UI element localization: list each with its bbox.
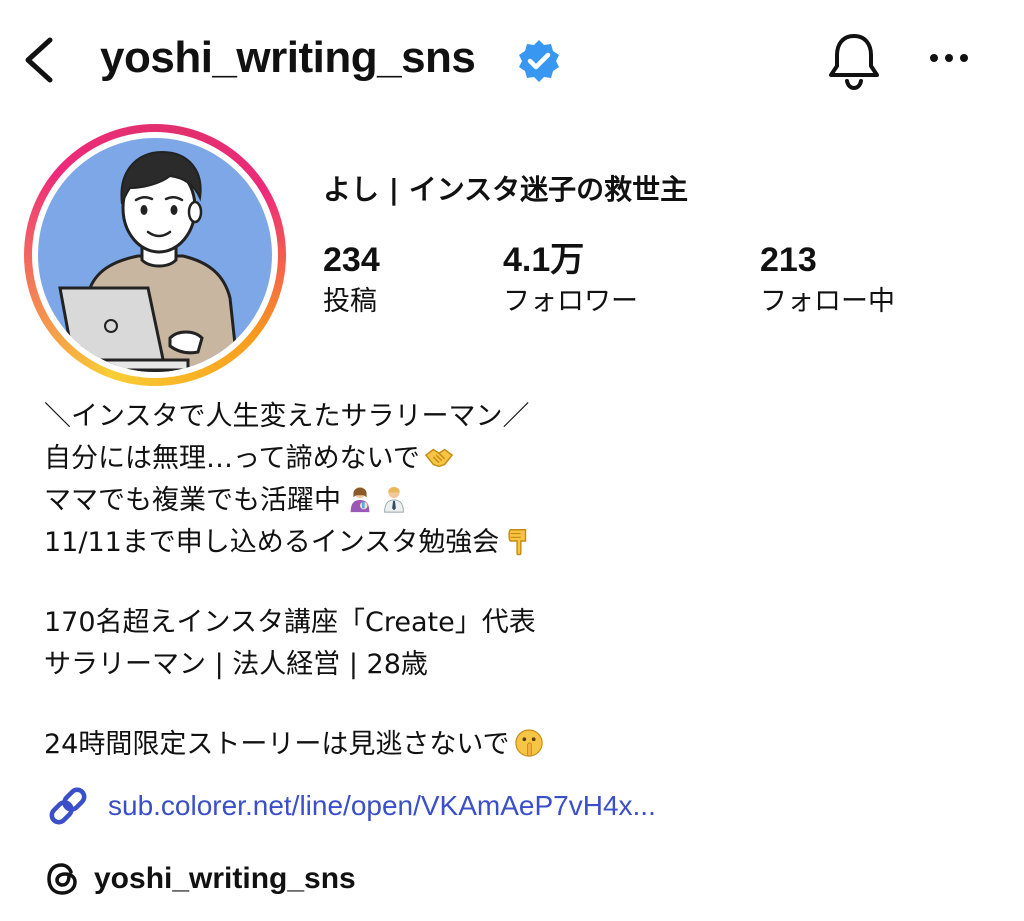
back-icon [25,37,53,83]
link-icon [49,787,87,825]
bio-line: 170名超えインスタ講座「Create」代表 [44,607,536,638]
stat-followers[interactable]: 4.1万 フォロワー [503,238,638,322]
office-worker-emoji [384,486,404,513]
threads-icon [47,863,77,895]
back-button[interactable] [18,32,62,88]
followers-label: フォロワー [503,286,638,317]
posts-label: 投稿 [323,286,377,317]
profile-page: yoshi_writing_sns よし | インスタ迷子の救世主 234 投稿… [0,0,1024,921]
bio-line: 11/11まで申し込めるインスタ勉強会 [44,522,984,564]
bio-line: ＼インスタで人生変えたサラリーマン／ [44,401,530,432]
link-text: sub.colorer.net/line/open/VKAmAeP7vH4x..… [108,790,656,821]
profile-link[interactable]: sub.colorer.net/line/open/VKAmAeP7vH4x..… [44,782,656,830]
profile-header: yoshi_writing_sns [0,0,1024,118]
handshake-emoji [424,448,453,468]
avatar-illustration [58,150,240,372]
followers-count: 4.1万 [503,241,585,279]
stat-posts[interactable]: 234 投稿 [323,238,380,322]
shushing-face-emoji [514,729,543,757]
bio: ＼インスタで人生変えたサラリーマン／ 自分には無理…って諦めないで ママでも複業… [44,396,984,766]
story-ring[interactable] [24,124,286,386]
verified-badge-icon [519,40,559,82]
pointing-down-emoji [508,529,527,556]
bio-line: ママでも複業でも活躍中 [44,480,984,522]
bio-line: 自分には無理…って諦めないで [44,438,984,480]
posts-count: 234 [323,241,380,279]
more-icon [930,54,968,62]
display-name: よし | インスタ迷子の救世主 [323,173,689,206]
woman-feeding-baby-emoji [350,486,370,513]
more-options-button[interactable] [918,40,978,76]
bio-line: サラリーマン | 法人経営 | 28歳 [44,649,428,680]
header-username: yoshi_writing_sns [100,33,476,82]
bell-icon [829,34,879,91]
threads-badge[interactable]: yoshi_writing_sns [44,856,356,902]
threads-handle: yoshi_writing_sns [94,862,356,895]
following-count: 213 [760,241,817,279]
avatar [38,138,272,372]
following-label: フォロー中 [760,286,895,317]
notifications-button[interactable] [822,28,886,92]
stat-following[interactable]: 213 フォロー中 [760,238,895,322]
bio-line: 24時間限定ストーリーは見逃さないで [44,724,984,766]
